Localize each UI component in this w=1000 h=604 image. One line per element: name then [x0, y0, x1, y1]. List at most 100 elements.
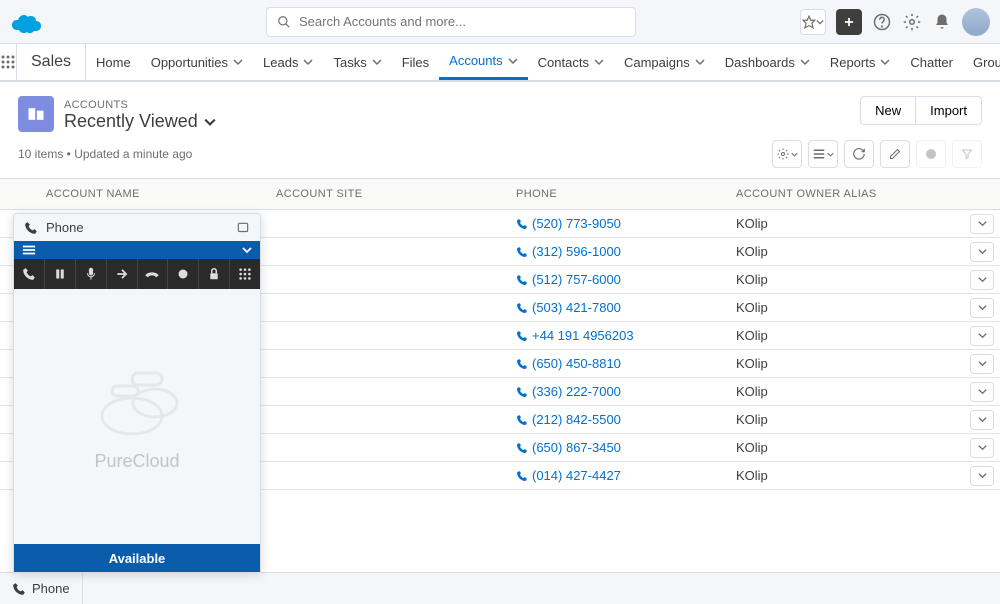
mute-button[interactable] [76, 259, 107, 289]
account-site-cell [270, 472, 510, 480]
col-account-name[interactable]: ACCOUNT NAME [40, 179, 270, 209]
phone-number: (650) 450-8810 [532, 356, 621, 371]
import-button[interactable]: Import [916, 96, 982, 125]
owner-cell: KOlip [730, 352, 960, 375]
utility-phone-label: Phone [32, 581, 70, 596]
row-actions-button[interactable] [970, 382, 994, 402]
nav-item-label: Leads [263, 55, 298, 70]
nav-item-campaigns[interactable]: Campaigns [614, 44, 715, 80]
utility-phone-item[interactable]: Phone [0, 573, 83, 604]
display-as-button[interactable] [808, 140, 838, 168]
filter-button [952, 140, 982, 168]
phone-cell[interactable]: (212) 842-5500 [510, 408, 730, 431]
nav-items: HomeOpportunities Leads Tasks FilesAccounts… [86, 44, 1000, 80]
chevron-down-icon [303, 57, 313, 67]
chevron-down-icon [978, 471, 987, 480]
nav-item-label: Tasks [333, 55, 366, 70]
phone-number: (503) 421-7800 [532, 300, 621, 315]
phone-cell[interactable]: (650) 450-8810 [510, 352, 730, 375]
nav-item-groups[interactable]: Groups [963, 44, 1000, 80]
table-header: ACCOUNT NAME ACCOUNT SITE PHONE ACCOUNT … [0, 178, 1000, 210]
row-actions-button[interactable] [970, 466, 994, 486]
menu-icon[interactable] [22, 243, 36, 257]
phone-number: (520) 773-9050 [532, 216, 621, 231]
nav-item-contacts[interactable]: Contacts [528, 44, 614, 80]
col-phone[interactable]: PHONE [510, 179, 730, 209]
row-actions-button[interactable] [970, 326, 994, 346]
phone-cell[interactable]: (512) 757-6000 [510, 268, 730, 291]
phone-status-button[interactable]: Available [14, 544, 260, 572]
nav-item-reports[interactable]: Reports [820, 44, 901, 80]
phone-number: (212) 842-5500 [532, 412, 621, 427]
phone-cell[interactable]: (312) 596-1000 [510, 240, 730, 263]
account-site-cell [270, 332, 510, 340]
nav-item-home[interactable]: Home [86, 44, 141, 80]
phone-number: (512) 757-6000 [532, 272, 621, 287]
nav-item-label: Dashboards [725, 55, 795, 70]
phone-cell[interactable]: (336) 222-7000 [510, 380, 730, 403]
new-button[interactable]: New [860, 96, 916, 125]
popout-icon[interactable] [236, 221, 250, 235]
refresh-button[interactable] [844, 140, 874, 168]
call-pickup-button[interactable] [14, 259, 45, 289]
dialpad-button[interactable] [230, 259, 260, 289]
row-actions-button[interactable] [970, 438, 994, 458]
nav-item-leads[interactable]: Leads [253, 44, 323, 80]
nav-item-label: Campaigns [624, 55, 690, 70]
nav-item-label: Contacts [538, 55, 589, 70]
row-actions-button[interactable] [970, 410, 994, 430]
app-launcher-icon[interactable] [0, 44, 17, 80]
setup-gear-icon[interactable] [902, 9, 922, 35]
row-actions-button[interactable] [970, 214, 994, 234]
col-account-site[interactable]: ACCOUNT SITE [270, 179, 510, 209]
secure-lock-button[interactable] [199, 259, 230, 289]
phone-icon [516, 274, 528, 286]
transfer-button[interactable] [107, 259, 138, 289]
nav-item-files[interactable]: Files [392, 44, 439, 80]
chevron-down-icon [800, 57, 810, 67]
phone-number: (312) 596-1000 [532, 244, 621, 259]
owner-cell: KOlip [730, 436, 960, 459]
chevron-down-icon[interactable] [242, 245, 252, 255]
phone-cell[interactable]: (503) 421-7800 [510, 296, 730, 319]
row-actions-button[interactable] [970, 270, 994, 290]
account-site-cell [270, 276, 510, 284]
utility-bar: Phone [0, 572, 1000, 604]
col-owner[interactable]: ACCOUNT OWNER ALIAS [730, 179, 960, 209]
help-icon[interactable] [872, 9, 892, 35]
chevron-down-icon [978, 359, 987, 368]
nav-item-chatter[interactable]: Chatter [900, 44, 963, 80]
notifications-bell-icon[interactable] [932, 9, 952, 35]
row-actions-button[interactable] [970, 354, 994, 374]
favorites-button[interactable] [800, 9, 826, 35]
row-actions-button[interactable] [970, 298, 994, 318]
nav-item-label: Groups [973, 55, 1000, 70]
list-controls-gear-button[interactable] [772, 140, 802, 168]
row-actions-button[interactable] [970, 242, 994, 262]
nav-item-label: Reports [830, 55, 876, 70]
hangup-button[interactable] [138, 259, 169, 289]
owner-cell: KOlip [730, 464, 960, 487]
record-button[interactable] [168, 259, 199, 289]
phone-panel-header[interactable]: Phone [14, 214, 260, 241]
global-add-button[interactable] [836, 9, 862, 35]
phone-cell[interactable]: +44 191 4956203 [510, 324, 730, 347]
chevron-down-icon [594, 57, 604, 67]
phone-icon [516, 246, 528, 258]
phone-brand-label: PureCloud [94, 451, 179, 472]
hold-button[interactable] [45, 259, 76, 289]
nav-item-opportunities[interactable]: Opportunities [141, 44, 253, 80]
phone-icon [24, 221, 38, 235]
user-avatar[interactable] [962, 8, 990, 36]
nav-item-tasks[interactable]: Tasks [323, 44, 391, 80]
nav-item-dashboards[interactable]: Dashboards [715, 44, 820, 80]
phone-cell[interactable]: (520) 773-9050 [510, 212, 730, 235]
chevron-down-icon [978, 303, 987, 312]
inline-edit-button[interactable] [880, 140, 910, 168]
phone-cell[interactable]: (650) 867-3450 [510, 436, 730, 459]
global-search[interactable] [266, 7, 636, 37]
nav-item-accounts[interactable]: Accounts [439, 44, 527, 80]
search-input[interactable] [299, 14, 625, 29]
phone-cell[interactable]: (014) 427-4427 [510, 464, 730, 487]
list-view-name[interactable]: Recently Viewed [64, 111, 216, 132]
